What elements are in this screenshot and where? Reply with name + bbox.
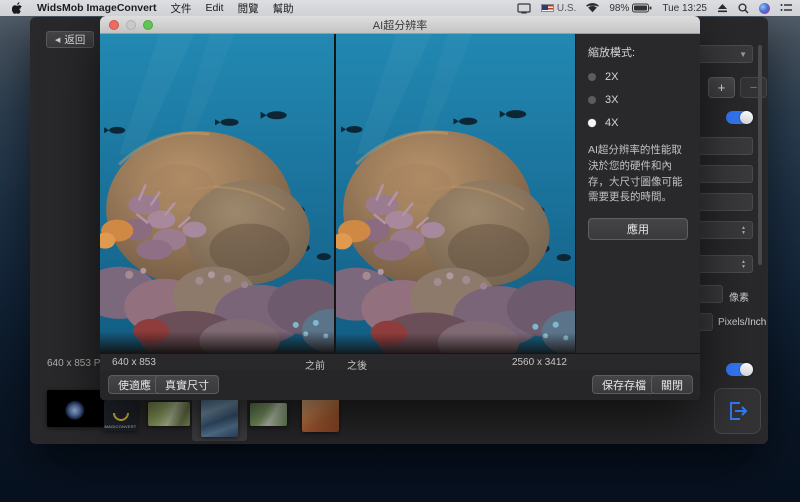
minimize-window-icon	[126, 20, 136, 30]
menu-bar: WidsMob ImageConvert 文件 Edit 閲覽 幫助 U.S. …	[0, 0, 800, 16]
input-source-flag-icon[interactable]: U.S.	[540, 2, 577, 14]
fit-button[interactable]: 使適應	[108, 375, 161, 394]
dialog-body: 縮放模式: 2X 3X 4X AI超分辨率的性能取決於您的硬件和內存，大尺寸圖像…	[100, 34, 700, 353]
stepper-icon[interactable]: ▲ ▼	[738, 224, 749, 237]
menu-app-name[interactable]: WidsMob ImageConvert	[37, 2, 157, 14]
battery-percent: 98%	[609, 2, 630, 14]
panel-scrollbar[interactable]	[758, 45, 762, 265]
close-button[interactable]: 關閉	[651, 375, 693, 394]
radio-dot-icon	[588, 73, 596, 81]
notification-center-icon[interactable]	[780, 3, 792, 13]
thumbnail-earth[interactable]	[47, 390, 105, 427]
input-source-label: U.S.	[556, 2, 577, 14]
dialog-footer: 使適應 真實尺寸 保存存檔 關閉	[100, 370, 700, 400]
radio-2x[interactable]: 2X	[588, 71, 688, 83]
save-file-button[interactable]: 保存存檔	[592, 375, 656, 394]
export-button[interactable]	[714, 388, 761, 434]
ai-super-resolution-dialog: AI超分辨率 縮放模式: 2X 3X 4X AI超分辨率的性能取決於您的硬件和內…	[100, 16, 700, 400]
radio-dot-icon	[588, 96, 596, 104]
dialog-control-panel: 縮放模式: 2X 3X 4X AI超分辨率的性能取決於您的硬件和內存，大尺寸圖像…	[575, 34, 700, 353]
radio-dot-icon	[588, 119, 596, 127]
menu-clock[interactable]: Tue 13:25	[662, 3, 707, 14]
thumbnail-coral-selected[interactable]	[201, 399, 238, 437]
siri-icon[interactable]	[759, 2, 770, 14]
resize-toggle[interactable]	[726, 111, 753, 124]
thumbnail-portrait[interactable]	[302, 398, 339, 432]
chevron-down-icon: ▼	[739, 50, 747, 59]
before-reef-image	[100, 34, 334, 353]
apple-icon[interactable]	[12, 1, 23, 15]
menu-edit[interactable]: Edit	[206, 2, 224, 14]
before-image-pane[interactable]	[100, 34, 335, 353]
dialog-title: AI超分辨率	[372, 19, 428, 32]
wifi-icon[interactable]	[586, 3, 600, 13]
display-icon[interactable]	[517, 2, 531, 14]
actual-size-button[interactable]: 真實尺寸	[155, 375, 219, 394]
after-size: 2560 x 3412	[511, 357, 567, 368]
close-window-icon[interactable]	[109, 20, 119, 30]
spotlight-search-icon[interactable]	[738, 2, 749, 14]
pixels-unit-label: 像素	[729, 293, 749, 304]
thumbnail-flowers[interactable]	[250, 403, 287, 426]
quality-toggle[interactable]	[726, 363, 753, 376]
radio-4x[interactable]: 4X	[588, 117, 688, 129]
image-size-status: 640 x 853 Pix	[47, 358, 108, 369]
desktop: WidsMob ImageConvert 文件 Edit 閲覽 幫助 U.S. …	[0, 0, 800, 502]
zoom-window-icon[interactable]	[143, 20, 153, 30]
battery-icon	[632, 3, 652, 13]
dialog-status-bar: 640 x 853 之前 之後 2560 x 3412	[100, 353, 700, 372]
eject-icon[interactable]	[717, 3, 728, 13]
after-image-pane[interactable]	[336, 34, 575, 353]
zoom-mode-label: 縮放模式:	[588, 47, 636, 59]
thumbnail-landscape[interactable]	[148, 402, 190, 426]
resolution-unit-label: Pixels/Inch	[718, 317, 767, 328]
thumbnail-magiconvert[interactable]: MAGICONVERT	[104, 400, 137, 431]
export-icon	[729, 402, 747, 420]
menu-view[interactable]: 閲覽	[238, 1, 259, 16]
menu-help[interactable]: 幫助	[273, 1, 294, 16]
add-button[interactable]: +	[708, 77, 735, 98]
dialog-titlebar[interactable]: AI超分辨率	[100, 16, 700, 34]
apply-button[interactable]: 應用	[588, 218, 688, 240]
performance-note: AI超分辨率的性能取決於您的硬件和內存，大尺寸圖像可能需要更長的時間。	[588, 144, 683, 204]
smile-logo-icon	[112, 413, 129, 421]
stepper-icon[interactable]: ▲ ▼	[738, 258, 749, 271]
back-button[interactable]: ◀ 返回	[46, 31, 95, 48]
menu-file[interactable]: 文件	[171, 1, 192, 16]
us-flag-icon	[540, 4, 554, 12]
battery-indicator[interactable]: 98%	[609, 3, 652, 14]
before-size: 640 x 853	[112, 357, 156, 368]
thumbnail-label: MAGICONVERT	[104, 424, 137, 429]
back-arrow-icon: ◀	[55, 36, 61, 44]
radio-3x[interactable]: 3X	[588, 94, 688, 106]
after-reef-image	[336, 34, 575, 353]
remove-button[interactable]: −	[740, 77, 767, 98]
